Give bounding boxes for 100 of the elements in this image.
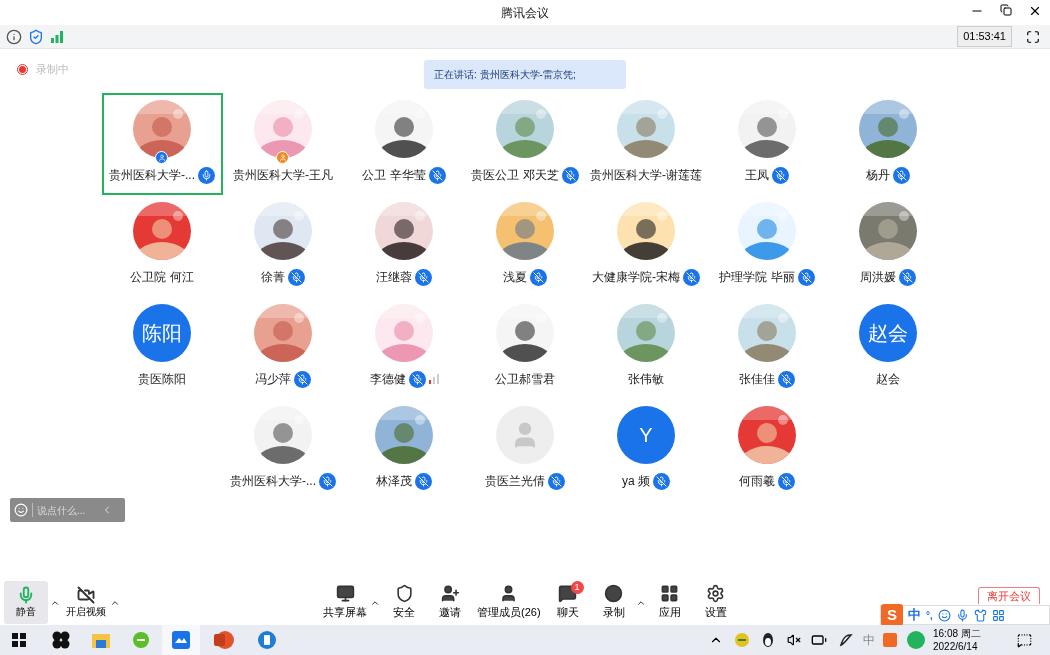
chat-button[interactable]: 聊天 1 [545,581,590,624]
participant-tile[interactable]: 贵医公卫 邓天芝 [464,93,586,195]
chat-input[interactable]: 说点什么... [10,498,125,522]
avatar-initials: 赵会 [859,304,917,362]
participant-tile[interactable]: 冯少萍 [222,297,344,399]
presentation-app-icon[interactable] [214,631,234,649]
participant-tile[interactable]: 浅夏 [464,195,586,297]
camera-off-icon [77,586,95,604]
meeting-timer: 01:53:41 [957,26,1012,47]
participant-name: 贵医陈阳 [138,371,186,388]
participant-tile[interactable]: 陈阳 贵医陈阳 [101,297,223,399]
participant-tile[interactable]: 贵州医科大学-王凡 [222,93,344,195]
participant-tile[interactable]: 贵州医科大学-谢莲莲 [585,93,707,195]
avatar-initials: 陈阳 [133,304,191,362]
participant-name: 徐菁 [261,269,285,286]
participant-tile[interactable]: 周洪媛 [827,195,949,297]
participant-name: 周洪媛 [860,269,896,286]
settings-icon [706,584,726,604]
skin-icon[interactable] [973,608,987,622]
folder-icon[interactable] [92,632,110,648]
participant-tile[interactable]: 贵医兰光倩 [464,399,586,501]
apps-button[interactable]: 应用 [647,581,692,624]
record-button[interactable]: 录制 [591,581,636,624]
participant-name: ya 频 [622,473,650,490]
invite-button[interactable]: 邀请 [428,581,472,624]
participant-tile[interactable]: 王凤 [706,93,828,195]
participant-tile[interactable]: 赵会 赵会 [827,297,949,399]
security-icon [394,584,414,604]
emoji-icon[interactable] [937,608,951,622]
participant-tile[interactable]: 护理学院 毕丽 [706,195,828,297]
video-button[interactable]: 开启视频 [64,581,108,624]
participant-tile[interactable]: 李德健 [343,297,465,399]
participant-name: 杨丹 [866,167,890,184]
participant-name: 贵医兰光倩 [485,473,545,490]
tray-app-icon[interactable] [735,633,749,647]
security-button[interactable]: 安全 [382,581,426,624]
participant-tile[interactable]: 公卫 辛华莹 [343,93,465,195]
participant-name: 护理学院 毕丽 [719,269,795,286]
notification-icon[interactable] [1017,632,1032,648]
fullscreen-icon[interactable] [1026,29,1040,44]
share-icon [335,584,355,604]
participant-tile[interactable]: 贵州医科大学-... [222,399,344,501]
participant-tile[interactable]: 何雨羲 [706,399,828,501]
participant-name: 汪继蓉 [376,269,412,286]
chat-text-field[interactable]: 说点什么... [37,502,97,518]
participant-name: 冯少萍 [255,371,291,388]
window-title: 腾讯会议 [501,4,549,22]
muted-speaker-icon[interactable] [787,633,801,647]
meeting-app-icon[interactable] [172,631,190,649]
participant-tile[interactable]: 杨丹 [827,93,949,195]
microphone-icon[interactable] [955,608,969,622]
grid-icon[interactable] [991,608,1005,622]
invite-icon [440,584,460,604]
participant-name: 贵州医科大学-王凡 [233,167,333,184]
participant-name: 张伟敏 [628,371,664,388]
participant-name: 何雨羲 [739,473,775,490]
recording-label: 录制中 [36,62,69,77]
close-icon[interactable] [1028,4,1042,18]
participant-name: 浅夏 [503,269,527,286]
participant-tile[interactable]: 徐菁 [222,195,344,297]
participant-name: 李德健 [369,371,406,388]
participant-name: 公卫 辛华莹 [362,167,426,184]
windows-start-icon[interactable] [12,633,26,647]
apps-icon [660,584,680,604]
participant-name: 赵会 [876,371,900,388]
participant-tile[interactable]: 汪继蓉 [343,195,465,297]
taskbar-clock[interactable]: 16:08 周二 2022/6/14 [933,627,1003,653]
avatar-initials: Y [617,406,675,464]
participant-name: 王凤 [745,167,769,184]
battery-icon[interactable] [811,632,827,648]
phone-app-icon[interactable] [258,631,276,649]
mute-button[interactable]: 静音 [4,581,48,624]
settings-button[interactable]: 设置 [693,581,738,624]
participant-tile[interactable]: 林泽茂 [343,399,465,501]
leave-meeting-button[interactable]: 离开会议 [978,587,1040,604]
participant-name: 贵医公卫 邓天芝 [471,167,559,184]
participant-tile[interactable]: 张伟敏 [585,297,707,399]
record-icon [604,584,624,604]
restore-icon[interactable] [1000,4,1012,16]
participant-tile[interactable]: 大健康学院-宋梅 [585,195,707,297]
participant-tile[interactable]: 张佳佳 [706,297,828,399]
input-mode-toggle[interactable]: 中 [908,605,921,625]
share-button[interactable]: 共享屏幕 [320,581,370,624]
signal-icon[interactable] [50,30,64,43]
participant-tile[interactable]: Y ya 频 [585,399,707,501]
punctuation-toggle[interactable]: °, [926,607,933,623]
speaking-banner: 正在讲话: 贵州医科大学-雷京凭; [424,60,626,89]
participant-name: 公卫郝雪君 [495,371,555,388]
microphone-icon [17,586,35,604]
participant-name: 贵州医科大学-... [230,473,316,490]
pen-icon[interactable] [839,633,853,647]
participant-name: 林泽茂 [376,473,412,490]
members-button[interactable]: 管理成员(26) [474,581,544,624]
participant-tile[interactable]: 公卫郝雪君 [464,297,586,399]
participant-tile[interactable]: 贵州医科大学-... [101,93,223,195]
participant-name: 贵州医科大学-... [109,167,195,184]
info-icon[interactable] [6,28,22,45]
participant-tile[interactable]: 公卫院 何江 [101,195,223,297]
participant-name: 贵州医科大学-谢莲莲 [590,167,702,184]
shield-icon[interactable] [28,28,44,45]
